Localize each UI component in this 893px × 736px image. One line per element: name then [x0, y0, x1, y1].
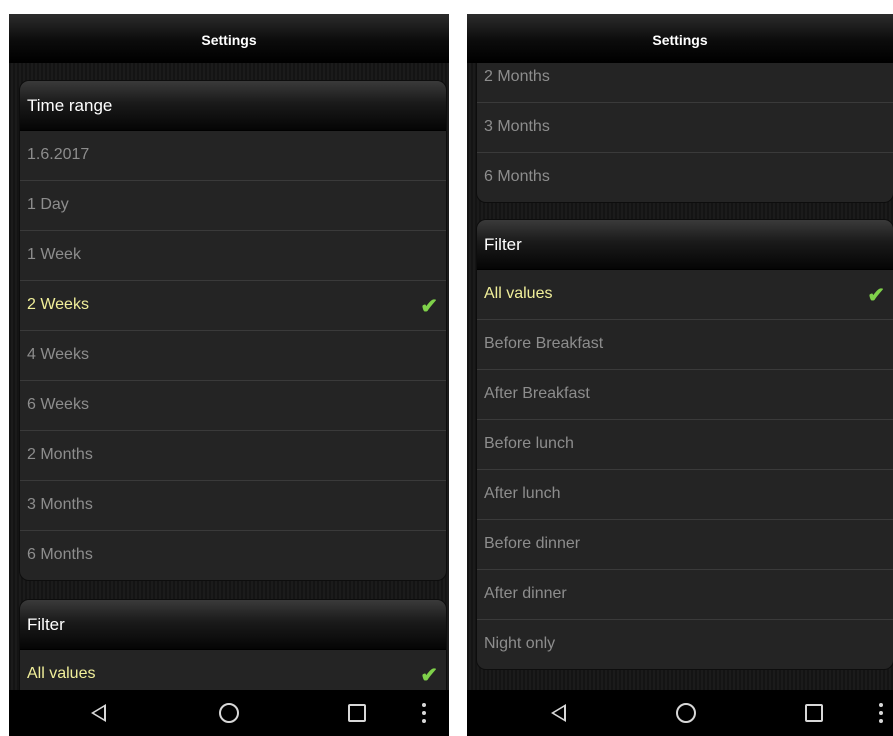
settings-content: Time range 1.6.2017 1 Day 1 Week 2 Weeks… [9, 63, 449, 690]
filter-title: Filter [27, 615, 65, 634]
settings-screen-left: Settings Time range 1.6.2017 1 Day 1 Wee… [9, 14, 449, 736]
recent-apps-square-icon[interactable] [348, 704, 366, 722]
filter-option-night-only[interactable]: Night only [477, 620, 893, 669]
time-range-card: Time range 1.6.2017 1 Day 1 Week 2 Weeks… [20, 81, 446, 580]
option-label: Night only [484, 635, 556, 652]
back-triangle-icon[interactable] [91, 704, 106, 722]
time-range-option-3-months[interactable]: 3 Months [20, 481, 446, 531]
option-label: All values [484, 285, 553, 302]
option-label: All values [27, 665, 96, 682]
overflow-menu-icon[interactable] [879, 703, 883, 723]
checkmark-icon: ✔ [420, 664, 438, 687]
app-bar: Settings [467, 14, 893, 63]
time-range-option-2-weeks[interactable]: 2 Weeks ✔ [20, 281, 446, 331]
filter-option-before-lunch[interactable]: Before lunch [477, 420, 893, 470]
filter-option-after-dinner[interactable]: After dinner [477, 570, 893, 620]
back-triangle-icon[interactable] [551, 704, 566, 722]
time-range-option-6-months[interactable]: 6 Months [477, 153, 893, 202]
time-range-option-1-day[interactable]: 1 Day [20, 181, 446, 231]
filter-card: Filter All values ✔ Before Breakfast Afte… [477, 220, 893, 669]
option-label: 6 Weeks [27, 396, 89, 413]
filter-option-after-lunch[interactable]: After lunch [477, 470, 893, 520]
option-label: Before dinner [484, 535, 581, 552]
system-nav-bar [9, 690, 449, 736]
option-label: After Breakfast [484, 385, 590, 402]
time-range-header: Time range [20, 81, 446, 131]
option-label: 6 Months [484, 168, 550, 185]
time-range-option-1-week[interactable]: 1 Week [20, 231, 446, 281]
option-label: 6 Months [27, 546, 93, 563]
home-circle-icon[interactable] [219, 703, 239, 723]
time-range-option-2-months[interactable]: 2 Months [477, 63, 893, 103]
option-label: 1 Week [27, 246, 81, 263]
option-label: 1 Day [27, 196, 69, 213]
checkmark-icon: ✔ [420, 295, 438, 318]
option-label: 2 Weeks [27, 296, 89, 313]
option-label: 2 Months [27, 446, 93, 463]
option-label: Before Breakfast [484, 335, 604, 352]
page-title: Settings [652, 32, 708, 48]
option-label: After dinner [484, 585, 567, 602]
app-bar: Settings [9, 14, 449, 63]
time-range-option-6-months[interactable]: 6 Months [20, 531, 446, 580]
filter-header: Filter [477, 220, 893, 270]
recent-apps-square-icon[interactable] [805, 704, 823, 722]
system-nav-bar [467, 690, 893, 736]
settings-screen-right: Settings 2 Months 3 Months 6 Months Filt… [467, 14, 893, 736]
overflow-menu-icon[interactable] [422, 703, 426, 723]
filter-option-before-breakfast[interactable]: Before Breakfast [477, 320, 893, 370]
option-label: 3 Months [27, 496, 93, 513]
checkmark-icon: ✔ [867, 284, 885, 307]
option-label: Before lunch [484, 435, 574, 452]
filter-option-before-dinner[interactable]: Before dinner [477, 520, 893, 570]
time-range-option-6-weeks[interactable]: 6 Weeks [20, 381, 446, 431]
option-label: 3 Months [484, 118, 550, 135]
option-label: 2 Months [484, 68, 550, 85]
time-range-card: 2 Months 3 Months 6 Months [477, 63, 893, 202]
option-label: 1.6.2017 [27, 146, 90, 163]
option-label: After lunch [484, 485, 561, 502]
filter-option-all-values[interactable]: All values ✔ [477, 270, 893, 320]
filter-option-after-breakfast[interactable]: After Breakfast [477, 370, 893, 420]
option-label: 4 Weeks [27, 346, 89, 363]
page-title: Settings [201, 32, 257, 48]
filter-header: Filter [20, 600, 446, 650]
filter-option-all-values[interactable]: All values ✔ [20, 650, 446, 690]
filter-title: Filter [484, 235, 522, 254]
time-range-option-1-6-2017[interactable]: 1.6.2017 [20, 131, 446, 181]
time-range-option-2-months[interactable]: 2 Months [20, 431, 446, 481]
time-range-option-4-weeks[interactable]: 4 Weeks [20, 331, 446, 381]
time-range-title: Time range [27, 96, 113, 115]
home-circle-icon[interactable] [676, 703, 696, 723]
settings-content: 2 Months 3 Months 6 Months Filter All va… [467, 63, 893, 690]
filter-card: Filter All values ✔ [20, 600, 446, 690]
time-range-option-3-months[interactable]: 3 Months [477, 103, 893, 153]
